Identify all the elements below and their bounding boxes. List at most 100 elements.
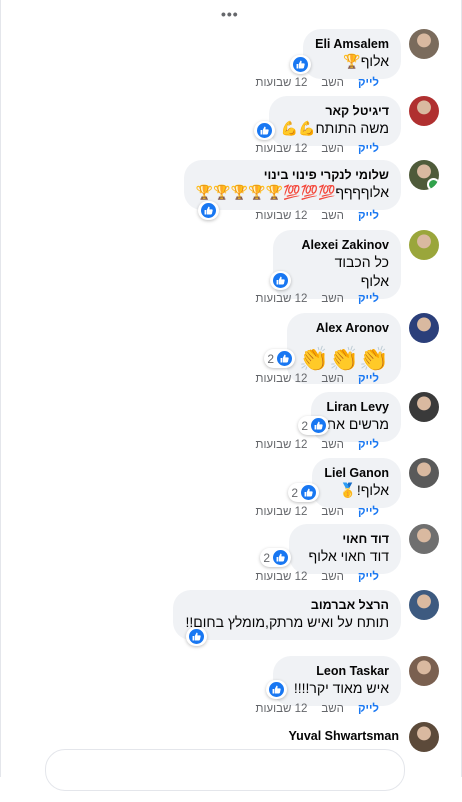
commenter-name[interactable]: דיגיטל קאר [281, 103, 389, 119]
comment-bubble: שלומי לנקרי פינוי בינוי אלוףףףף💯💯💯🏆🏆🏆🏆🏆 [183, 160, 401, 210]
reaction-count: 2 [291, 485, 298, 500]
reaction-summary[interactable]: 2 [260, 548, 291, 567]
comment-bubble: Liel Ganon אלוף!🥇 [312, 458, 401, 508]
commenter-name[interactable]: Liel Ganon [324, 465, 389, 481]
comment-timestamp[interactable]: 12 שבועות [256, 293, 308, 305]
comment-timestamp[interactable]: 12 שבועות [256, 703, 308, 715]
like-reaction-icon [189, 629, 204, 644]
like-reaction-icon [273, 273, 288, 288]
comment-actions: לייק השב 12 שבועות [256, 703, 380, 715]
avatar[interactable] [409, 392, 439, 422]
like-button[interactable]: לייק [358, 77, 379, 89]
comment-actions: לייק השב 12 שבועות [256, 293, 380, 305]
comment-bubble: Leon Taskar איש מאוד יקר!!!! [273, 656, 401, 706]
like-button[interactable]: לייק [358, 143, 379, 155]
avatar[interactable] [409, 160, 439, 190]
like-button[interactable]: לייק [358, 210, 379, 222]
reaction-summary[interactable]: 2 [298, 416, 329, 435]
comment-actions: לייק השב 12 שבועות [256, 210, 380, 222]
like-button[interactable]: לייק [358, 293, 379, 305]
reaction-summary[interactable] [266, 680, 287, 699]
comment-text: אלוף🏆 [343, 53, 389, 69]
like-reaction-icon [277, 351, 292, 366]
comment-bubble: Alexei Zakinov כל הכבוד אלוף [273, 230, 401, 299]
reaction-summary[interactable]: 2 [288, 483, 319, 502]
commenter-name[interactable]: Eli Amsalem [315, 36, 389, 52]
comment-actions: לייק השב 12 שבועות [256, 373, 380, 385]
comment-bubble: הרצל אברמוב תותח על ואיש מרתק,מומלץ בחום!… [173, 590, 401, 640]
like-button[interactable]: לייק [358, 506, 379, 518]
reaction-summary[interactable] [290, 55, 311, 74]
avatar[interactable] [409, 29, 439, 59]
like-reaction-icon [201, 203, 216, 218]
like-reaction-icon [311, 418, 326, 433]
comment-timestamp[interactable]: 12 שבועות [256, 210, 308, 222]
comment-bubble: דיגיטל קאר משה התותח💪💪 [268, 96, 401, 146]
like-reaction-icon [301, 485, 316, 500]
reaction-count: 2 [263, 550, 270, 565]
like-reaction-icon [273, 550, 288, 565]
reaction-summary[interactable] [198, 201, 219, 220]
like-button[interactable]: לייק [358, 373, 379, 385]
avatar[interactable] [409, 656, 439, 686]
reply-button[interactable]: השב [321, 506, 344, 518]
comment-text: תותח על ואיש מרתק,מומלץ בחום!! [185, 614, 389, 630]
like-reaction-icon [257, 123, 272, 138]
avatar[interactable] [409, 230, 439, 260]
comment-bubble: דוד חאוי דוד חאוי אלוף [289, 524, 401, 574]
commenter-name[interactable]: Leon Taskar [285, 663, 389, 679]
comment-timestamp[interactable]: 12 שבועות [256, 373, 308, 385]
reaction-summary[interactable]: 2 [264, 349, 295, 368]
comment-timestamp[interactable]: 12 שבועות [256, 143, 308, 155]
commenter-name[interactable]: Alex Aronov [299, 320, 389, 336]
comment-actions: לייק השב 12 שבועות [256, 439, 380, 451]
avatar[interactable] [409, 722, 439, 752]
reply-button[interactable]: השב [321, 143, 344, 155]
reaction-summary[interactable] [270, 271, 291, 290]
commenter-name[interactable]: שלומי לנקרי פינוי בינוי [196, 167, 389, 183]
comment-text: אלוףףףף💯💯💯🏆🏆🏆🏆🏆 [195, 184, 389, 200]
reaction-count: 2 [267, 351, 274, 366]
commenter-name[interactable]: הרצל אברמוב [185, 597, 389, 613]
commenter-name[interactable]: Alexei Zakinov [285, 237, 389, 253]
reply-button[interactable]: השב [321, 373, 344, 385]
avatar[interactable] [409, 313, 439, 343]
comment-timestamp[interactable]: 12 שבועות [256, 77, 308, 89]
reply-button[interactable]: השב [321, 703, 344, 715]
comment: Alexei Zakinov כל הכבוד אלוף לייק השב 12 שבוע… [1, 230, 439, 310]
online-status-icon [427, 178, 439, 190]
comment-text: איש מאוד יקר!!!! [293, 680, 389, 696]
reply-button[interactable]: השב [321, 77, 344, 89]
comment-text: כל הכבוד [334, 254, 389, 270]
comment-actions: לייק השב 12 שבועות [256, 506, 380, 518]
comment-composer[interactable] [45, 749, 405, 791]
like-button[interactable]: לייק [358, 571, 379, 583]
comment: שלומי לנקרי פינוי בינוי אלוףףףף💯💯💯🏆🏆🏆🏆🏆 לי… [1, 160, 439, 240]
avatar[interactable] [409, 458, 439, 488]
comment-actions: לייק השב 12 שבועות [256, 571, 380, 583]
avatar[interactable] [409, 524, 439, 554]
reaction-summary[interactable] [254, 121, 275, 140]
reaction-summary[interactable] [186, 627, 207, 646]
commenter-name[interactable]: Yuval Shwartsman [283, 728, 399, 744]
reply-button[interactable]: השב [321, 571, 344, 583]
commenter-name[interactable]: דוד חאוי [301, 531, 389, 547]
comment-timestamp[interactable]: 12 שבועות [256, 506, 308, 518]
like-button[interactable]: לייק [358, 439, 379, 451]
comment-text: מרשים אחי [323, 416, 389, 432]
like-button[interactable]: לייק [358, 703, 379, 715]
avatar[interactable] [409, 590, 439, 620]
reply-button[interactable]: השב [321, 439, 344, 451]
reply-button[interactable]: השב [321, 210, 344, 222]
like-reaction-icon [293, 57, 308, 72]
comment-timestamp[interactable]: 12 שבועות [256, 571, 308, 583]
comment-timestamp[interactable]: 12 שבועות [256, 439, 308, 451]
commenter-name[interactable]: Liran Levy [323, 399, 389, 415]
like-reaction-icon [269, 682, 284, 697]
comment-bubble: Eli Amsalem אלוף🏆 [303, 29, 401, 79]
comment-text: 👏👏👏 [299, 346, 389, 373]
avatar[interactable] [409, 96, 439, 126]
reply-button[interactable]: השב [321, 293, 344, 305]
more-options-icon[interactable]: ••• [221, 6, 239, 22]
comment-bubble: Yuval Shwartsman [281, 728, 401, 744]
